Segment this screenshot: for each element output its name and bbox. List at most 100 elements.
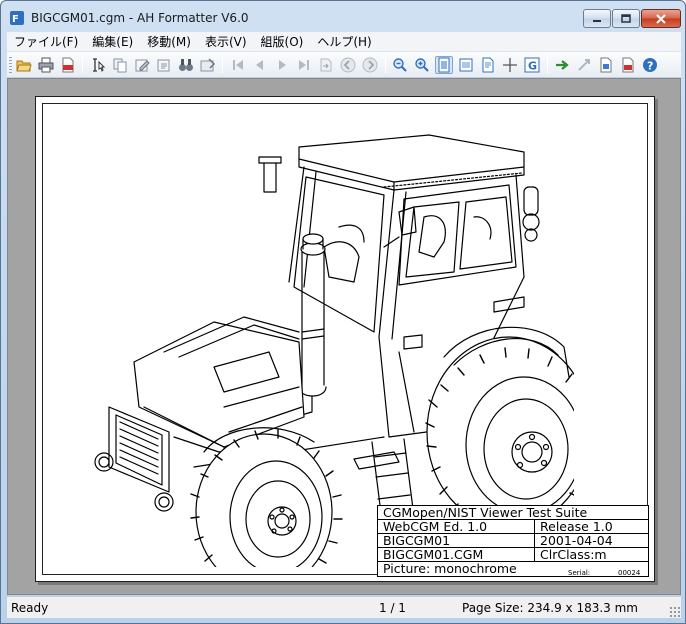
tractor-drawing	[94, 134, 574, 567]
minimize-button[interactable]	[583, 9, 611, 28]
export-icon	[600, 57, 612, 73]
edit-icon	[135, 59, 150, 72]
google-button[interactable]: G	[523, 56, 541, 74]
goto-icon	[320, 58, 332, 72]
stop-button[interactable]	[575, 56, 593, 74]
export-pdf-icon	[622, 57, 634, 73]
edit-button-2[interactable]	[155, 56, 173, 74]
menu-bar: ファイル(F) 編集(E) 移動(M) 表示(V) 組版(O) ヘルプ(H)	[7, 32, 681, 52]
first-page-button[interactable]	[229, 56, 247, 74]
first-page-icon	[233, 60, 243, 70]
status-page-count: 1 / 1	[379, 601, 406, 615]
open-folder-icon	[16, 60, 32, 72]
maximize-button[interactable]	[612, 9, 640, 28]
menu-edit[interactable]: 編集(E)	[85, 33, 140, 51]
document-viewport[interactable]: CGMopen/NIST Viewer Test Suite WebCGM Ed…	[7, 78, 681, 595]
maximize-icon	[621, 14, 631, 23]
resize-grip[interactable]	[669, 606, 680, 617]
close-icon	[656, 13, 666, 24]
window-title: BIGCGM01.cgm - AH Formatter V6.0	[31, 11, 249, 25]
menu-format[interactable]: 組版(O)	[254, 33, 311, 51]
next-page-button[interactable]	[273, 56, 291, 74]
title-bar[interactable]: F BIGCGM01.cgm - AH Formatter V6.0	[1, 1, 685, 33]
options-button[interactable]	[199, 56, 217, 74]
titleblock-release: Release 1.0	[540, 520, 613, 534]
single-page-button[interactable]	[479, 56, 497, 74]
stop-icon	[578, 59, 590, 71]
zoom-out-icon	[393, 58, 407, 72]
crosshair-icon	[503, 58, 517, 72]
status-ready: Ready	[11, 601, 49, 615]
binoculars-icon	[179, 59, 193, 71]
status-page-size: Page Size: 234.9 x 183.3 mm	[462, 601, 638, 615]
titleblock-date: 2001-04-04	[540, 534, 613, 548]
last-page-icon	[299, 60, 309, 70]
menu-file[interactable]: ファイル(F)	[7, 33, 85, 51]
pdf-icon	[62, 57, 74, 73]
close-button[interactable]	[641, 9, 681, 28]
copy-icon	[113, 58, 127, 73]
crosshair-button[interactable]	[501, 56, 519, 74]
help-button[interactable]: ?	[641, 56, 659, 74]
goto-page-button[interactable]	[317, 56, 335, 74]
toolbar-separator	[222, 57, 223, 73]
svg-text:?: ?	[647, 60, 653, 73]
svg-text:F: F	[12, 14, 19, 25]
find-button[interactable]	[177, 56, 195, 74]
fit-page-button[interactable]	[435, 56, 453, 74]
edit-icon	[157, 59, 170, 72]
toolbar: G ?	[7, 52, 681, 78]
titleblock-heading: CGMopen/NIST Viewer Test Suite	[383, 506, 588, 520]
last-page-button[interactable]	[295, 56, 313, 74]
toolbar-separator	[385, 57, 386, 73]
toolbar-grip[interactable]	[9, 57, 12, 73]
back-icon	[340, 57, 356, 73]
titleblock-picture: Picture: monochrome	[383, 562, 517, 576]
forward-icon	[362, 57, 378, 73]
format-button[interactable]	[553, 56, 571, 74]
minimize-icon	[593, 19, 601, 22]
document-page: CGMopen/NIST Viewer Test Suite WebCGM Ed…	[35, 96, 655, 582]
zoom-in-button[interactable]	[413, 56, 431, 74]
export-pdf-button[interactable]	[619, 56, 637, 74]
run-format-icon	[556, 60, 569, 70]
pdf-button[interactable]	[59, 56, 77, 74]
titleblock-edition: WebCGM Ed. 1.0	[383, 520, 488, 534]
fit-width-icon	[459, 58, 473, 72]
options-icon	[200, 58, 216, 72]
toolbar-separator	[547, 57, 548, 73]
single-page-icon	[482, 57, 494, 73]
titleblock-colorclass: ClrClass:m	[540, 548, 607, 562]
titleblock-name: BIGCGM01	[383, 534, 451, 548]
cgm-title-block: CGMopen/NIST Viewer Test Suite WebCGM Ed…	[377, 505, 649, 577]
toolbar-separator	[82, 57, 83, 73]
back-button[interactable]	[339, 56, 357, 74]
previous-page-icon	[256, 60, 263, 70]
text-select-button[interactable]	[89, 56, 107, 74]
titleblock-filename: BIGCGM01.CGM	[383, 548, 484, 562]
print-button[interactable]	[37, 56, 55, 74]
copy-button[interactable]	[111, 56, 129, 74]
g-icon: G	[524, 57, 540, 73]
status-bar: Ready 1 / 1 Page Size: 234.9 x 183.3 mm	[7, 596, 681, 618]
previous-page-button[interactable]	[251, 56, 269, 74]
zoom-in-icon	[415, 58, 429, 72]
fit-width-button[interactable]	[457, 56, 475, 74]
printer-icon	[38, 57, 54, 73]
help-icon: ?	[643, 58, 657, 73]
menu-view[interactable]: 表示(V)	[198, 33, 254, 51]
zoom-out-button[interactable]	[391, 56, 409, 74]
menu-help[interactable]: ヘルプ(H)	[310, 33, 378, 51]
application-window: F BIGCGM01.cgm - AH Formatter V6.0 ファイル(…	[0, 0, 686, 624]
forward-button[interactable]	[361, 56, 379, 74]
fit-page-icon	[438, 57, 450, 73]
titleblock-serial-value: 00024	[618, 569, 641, 577]
export-button[interactable]	[597, 56, 615, 74]
text-select-icon	[93, 58, 106, 72]
edit-button-1[interactable]	[133, 56, 151, 74]
titleblock-serial-label: Serial:	[568, 569, 591, 577]
ah-formatter-icon: F	[10, 11, 24, 25]
open-button[interactable]	[15, 56, 33, 74]
svg-text:G: G	[528, 60, 537, 73]
menu-move[interactable]: 移動(M)	[140, 33, 198, 51]
